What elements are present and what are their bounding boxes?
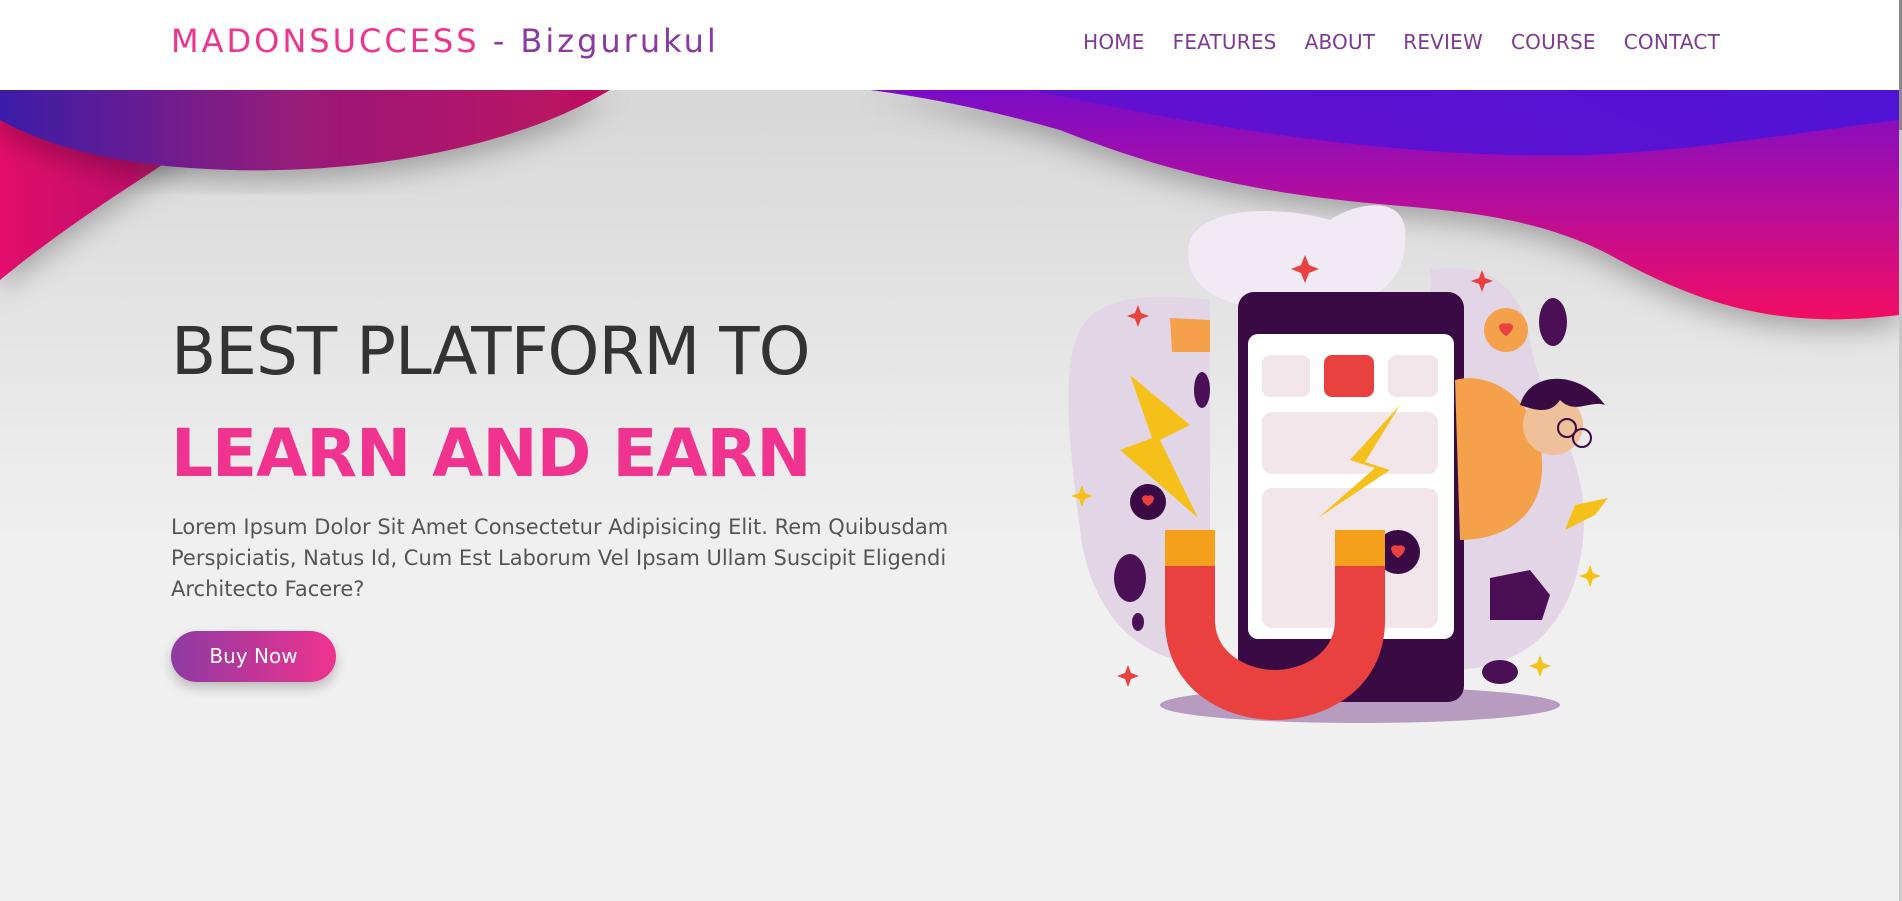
sparkle-icon — [1529, 655, 1551, 677]
app-tile-1 — [1262, 355, 1310, 397]
site-header: MADONSUCCESS - Bizgurukul HOME FEATURES … — [0, 0, 1899, 90]
app-card-1 — [1262, 412, 1438, 474]
hero-section: BEST PLATFORM TO LEARN AND EARN Lorem Ip… — [171, 312, 991, 682]
magnet-phone-illustration — [1068, 205, 1608, 723]
sparkle-icon — [1579, 565, 1601, 587]
hero-description: Lorem Ipsum Dolor Sit Amet Consectetur A… — [171, 515, 949, 601]
nav-features[interactable]: FEATURES — [1173, 30, 1277, 54]
decor-dot — [1132, 613, 1144, 631]
decor-dot — [1114, 554, 1146, 602]
nav-about[interactable]: ABOUT — [1305, 30, 1376, 54]
logo-brand: MADONSUCCESS — [171, 22, 480, 60]
app-tile-3 — [1388, 355, 1438, 397]
page: MADONSUCCESS - Bizgurukul HOME FEATURES … — [0, 0, 1902, 901]
decor-dot — [1194, 372, 1210, 408]
decor-dot — [1539, 298, 1567, 346]
nav-review[interactable]: REVIEW — [1403, 30, 1483, 54]
nav-course[interactable]: COURSE — [1511, 30, 1596, 54]
nav-contact[interactable]: CONTACT — [1624, 30, 1720, 54]
nav-home[interactable]: HOME — [1083, 30, 1144, 54]
buy-now-button[interactable]: Buy Now — [171, 631, 336, 682]
main-nav: HOME FEATURES ABOUT REVIEW COURSE CONTAC… — [1083, 30, 1720, 54]
app-tile-2 — [1324, 355, 1374, 397]
magnet-tip-right — [1335, 530, 1385, 566]
site-logo[interactable]: MADONSUCCESS - Bizgurukul — [171, 22, 719, 60]
sparkle-icon — [1117, 665, 1139, 687]
hero-heading-line1: BEST PLATFORM TO — [171, 313, 811, 390]
decor-dot — [1482, 660, 1518, 684]
thumbs-up-icon — [1170, 318, 1210, 352]
magnet-tip-left — [1165, 530, 1215, 566]
hero-heading-line2: LEARN AND EARN — [171, 415, 812, 492]
logo-subtitle: - Bizgurukul — [479, 22, 719, 60]
